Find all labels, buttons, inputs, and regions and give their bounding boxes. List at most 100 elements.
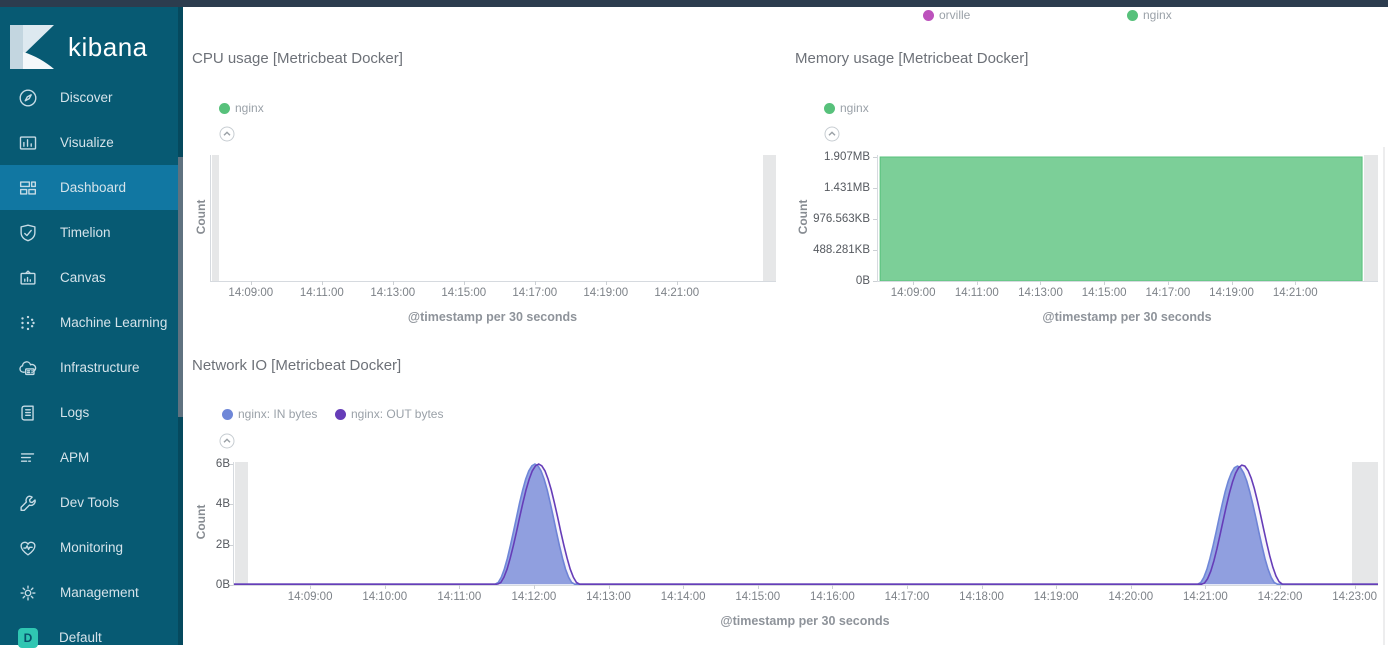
sidebar-item-label: Visualize [60, 135, 114, 150]
x-tick-mark [982, 585, 983, 589]
series-layer [234, 462, 1378, 585]
x-tick-label: 14:13:00 [1018, 287, 1063, 299]
legend-item[interactable]: nginx [1127, 8, 1172, 22]
sidebar-item-label: Management [60, 585, 139, 600]
x-tick-mark [251, 281, 252, 285]
sidebar-item-timelion[interactable]: Timelion [0, 210, 183, 255]
y-tick-mark [873, 281, 877, 282]
x-tick-label: 14:15:00 [1082, 287, 1127, 299]
x-tick-label: 14:21:00 [1183, 591, 1228, 603]
x-axis-label: @timestamp per 30 seconds [210, 310, 775, 324]
sidebar-item-apm[interactable]: APM [0, 435, 183, 480]
sidebar-item-machine-learning[interactable]: Machine Learning [0, 300, 183, 345]
x-tick-mark [977, 281, 978, 285]
sidebar-item-logs[interactable]: Logs [0, 390, 183, 435]
cpu-usage-chart: Count14:09:0014:11:0014:13:0014:15:0014:… [183, 43, 783, 338]
panel-memory-usage: Memory usage [Metricbeat Docker] nginx C… [783, 43, 1388, 338]
y-tick-mark [873, 188, 877, 189]
x-tick-label: 14:09:00 [288, 591, 333, 603]
x-tick-mark [1104, 281, 1105, 285]
sidebar-item-dashboard[interactable]: Dashboard [0, 165, 183, 210]
legend-dot-icon [1127, 10, 1138, 21]
sidebar-nav: Discover Visualize Dashboard Timelion Canvas… [0, 75, 183, 660]
x-tick-label: 14:19:00 [583, 287, 628, 299]
y-tick-mark [873, 250, 877, 251]
sidebar-item-label: Monitoring [60, 540, 123, 555]
x-tick-mark [606, 281, 607, 285]
sidebar-item-label: Default [59, 630, 102, 645]
x-tick-mark [1232, 281, 1233, 285]
legend-item[interactable]: orville [923, 8, 970, 22]
x-tick-label: 14:18:00 [959, 591, 1004, 603]
x-tick-label: 14:13:00 [370, 287, 415, 299]
y-axis-label: Count [194, 197, 208, 237]
timelion-icon [17, 222, 39, 244]
machine-learning-icon [17, 312, 39, 334]
sidebar-item-label: Logs [60, 405, 89, 420]
canvas-icon [17, 267, 39, 289]
y-tick-label: 1.431MB [800, 182, 870, 194]
x-tick-mark [832, 585, 833, 589]
visualize-icon [17, 132, 39, 154]
x-tick-mark [683, 585, 684, 589]
x-tick-label: 14:13:00 [586, 591, 631, 603]
x-tick-label: 14:17:00 [1145, 287, 1190, 299]
x-axis-label: @timestamp per 30 seconds [877, 310, 1377, 324]
main-scrollbar[interactable] [1383, 147, 1385, 645]
sidebar-item-discover[interactable]: Discover [0, 75, 183, 120]
sidebar-item-label: Dev Tools [60, 495, 119, 510]
x-tick-mark [385, 585, 386, 589]
discover-icon [17, 87, 39, 109]
sidebar-item-label: Timelion [60, 225, 111, 240]
series-layer [211, 155, 776, 281]
sidebar-item-monitoring[interactable]: Monitoring [0, 525, 183, 570]
x-tick-mark [1131, 585, 1132, 589]
x-axis-label: @timestamp per 30 seconds [233, 614, 1377, 628]
sidebar-item-visualize[interactable]: Visualize [0, 120, 183, 165]
y-tick-label: 1.907MB [800, 151, 870, 163]
legend-label: orville [939, 8, 970, 22]
x-tick-mark [393, 281, 394, 285]
sidebar-item-infrastructure[interactable]: Infrastructure [0, 345, 183, 390]
dev-tools-icon [17, 492, 39, 514]
x-tick-label: 14:19:00 [1209, 287, 1254, 299]
sidebar-item-label: Discover [60, 90, 113, 105]
x-tick-label: 14:11:00 [300, 287, 344, 299]
kibana-logo[interactable]: kibana [0, 7, 183, 72]
x-tick-mark [1205, 585, 1206, 589]
x-tick-mark [1355, 585, 1356, 589]
sidebar-scrollbar[interactable] [178, 7, 183, 645]
x-tick-mark [1280, 585, 1281, 589]
x-tick-mark [322, 281, 323, 285]
plot-area[interactable] [210, 155, 776, 282]
x-tick-label: 14:21:00 [654, 287, 699, 299]
plot-area[interactable] [233, 462, 1378, 586]
legend-label: nginx [1143, 8, 1172, 22]
sidebar-item-label: Infrastructure [60, 360, 140, 375]
y-tick-label: 488.281KB [800, 244, 870, 256]
plot-area[interactable] [877, 155, 1378, 282]
memory-usage-chart: Count14:09:0014:11:0014:13:0014:15:0014:… [783, 43, 1388, 338]
sidebar-item-label: Dashboard [60, 180, 126, 195]
window-top-bar [0, 0, 1388, 7]
sidebar-item-dev-tools[interactable]: Dev Tools [0, 480, 183, 525]
series-layer [878, 155, 1378, 281]
sidebar-item-management[interactable]: Management [0, 570, 183, 615]
x-tick-label: 14:19:00 [1034, 591, 1079, 603]
sidebar-item-canvas[interactable]: Canvas [0, 255, 183, 300]
x-tick-mark [913, 281, 914, 285]
dashboard-main: orvillenginx CPU usage [Metricbeat Docke… [183, 7, 1388, 645]
x-tick-mark [677, 281, 678, 285]
x-tick-label: 14:14:00 [661, 591, 706, 603]
sidebar-item-default[interactable]: DDefault [0, 615, 183, 660]
x-tick-label: 14:22:00 [1258, 591, 1303, 603]
apm-icon [17, 447, 39, 469]
x-tick-label: 14:11:00 [437, 591, 481, 603]
x-tick-label: 14:11:00 [955, 287, 999, 299]
y-tick-mark [873, 219, 877, 220]
app-name: kibana [68, 32, 148, 63]
x-tick-mark [459, 585, 460, 589]
x-tick-mark [535, 281, 536, 285]
x-tick-mark [1295, 281, 1296, 285]
x-tick-mark [609, 585, 610, 589]
